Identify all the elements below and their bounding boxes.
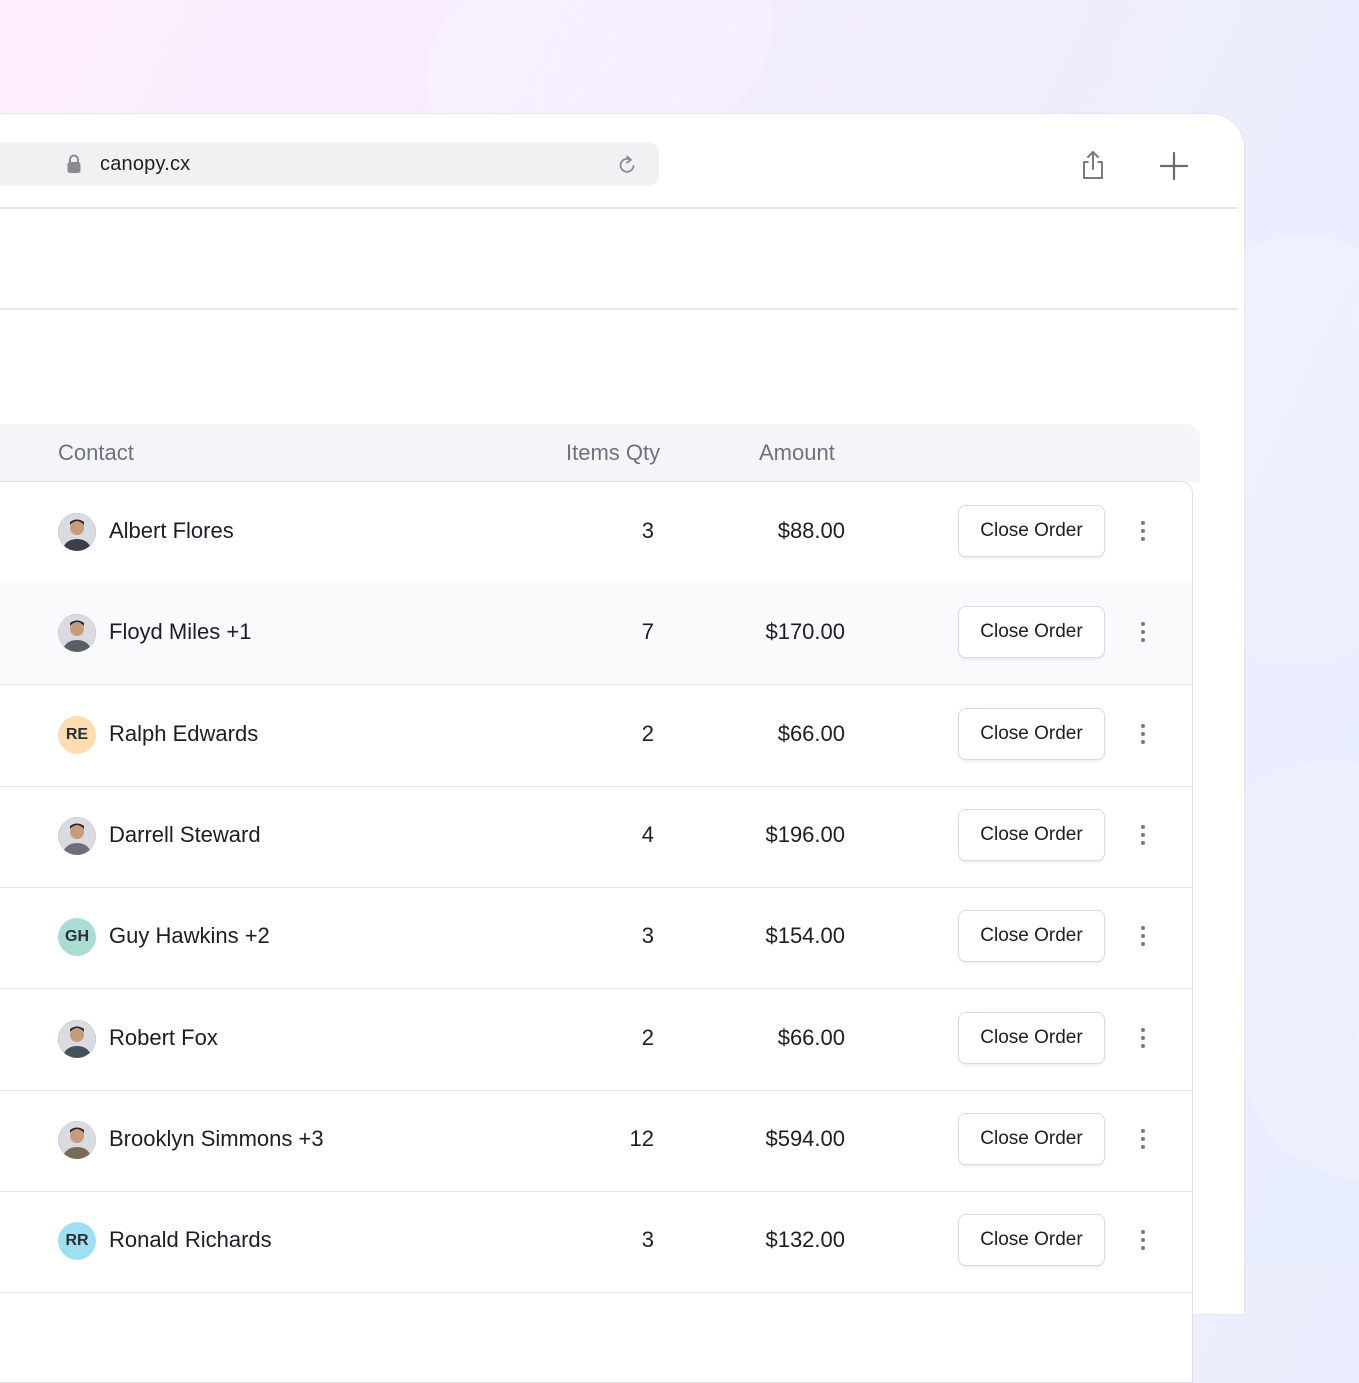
table-header: Contact Items Qty Amount bbox=[0, 424, 1200, 482]
person-photo-icon bbox=[58, 1019, 96, 1058]
avatar: RE bbox=[58, 715, 96, 754]
order-amount: $594.00 bbox=[765, 1125, 845, 1151]
address-bar[interactable]: canopy.cx bbox=[0, 142, 659, 186]
contact-name[interactable]: Brooklyn Simmons +3 bbox=[109, 1126, 324, 1152]
avatar: RR bbox=[58, 1222, 96, 1261]
kebab-menu-icon[interactable] bbox=[1132, 923, 1154, 949]
person-photo-icon bbox=[58, 816, 96, 855]
close-order-button[interactable]: Close Order bbox=[958, 505, 1105, 557]
close-order-button[interactable]: Close Order bbox=[958, 707, 1105, 760]
kebab-menu-icon[interactable] bbox=[1132, 619, 1154, 645]
person-photo-icon bbox=[58, 513, 96, 551]
url-text[interactable]: canopy.cx bbox=[100, 153, 190, 176]
contact-name[interactable]: Robert Fox bbox=[109, 1025, 218, 1051]
items-qty: 2 bbox=[641, 1024, 654, 1050]
table-row[interactable]: Brooklyn Simmons +3 12 $594.00 Close Order bbox=[0, 1090, 1192, 1192]
avatar bbox=[58, 614, 96, 653]
kebab-menu-icon[interactable] bbox=[1132, 1025, 1154, 1051]
order-amount: $66.00 bbox=[777, 1024, 845, 1050]
kebab-menu-icon[interactable] bbox=[1132, 1126, 1154, 1152]
avatar bbox=[58, 513, 96, 551]
contact-name[interactable]: Darrell Steward bbox=[109, 822, 261, 848]
table-row[interactable]: Robert Fox 2 $66.00 Close Order bbox=[0, 989, 1192, 1091]
contact-name[interactable]: Floyd Miles +1 bbox=[109, 619, 251, 645]
table-row[interactable]: Floyd Miles +1 7 $170.00 Close Order bbox=[0, 583, 1192, 686]
contact-name[interactable]: Guy Hawkins +2 bbox=[109, 923, 270, 949]
header-divider bbox=[0, 308, 1238, 310]
table-row[interactable]: RR Ronald Richards 3 $132.00 Close Order bbox=[0, 1191, 1192, 1294]
close-order-button[interactable]: Close Order bbox=[958, 910, 1105, 963]
lock-icon bbox=[67, 154, 81, 173]
close-order-button[interactable]: Close Order bbox=[958, 1112, 1105, 1165]
person-photo-icon bbox=[58, 614, 96, 653]
kebab-menu-icon[interactable] bbox=[1132, 721, 1154, 747]
items-qty: 4 bbox=[641, 821, 654, 847]
avatar bbox=[58, 1019, 96, 1058]
order-amount: $66.00 bbox=[777, 720, 845, 746]
table-row[interactable]: Darrell Steward 4 $196.00 Close Order bbox=[0, 786, 1192, 888]
person-photo-icon bbox=[58, 1120, 96, 1159]
order-amount: $196.00 bbox=[765, 821, 845, 847]
order-amount: $132.00 bbox=[765, 1227, 845, 1253]
items-qty: 3 bbox=[641, 923, 654, 949]
order-amount: $88.00 bbox=[777, 518, 845, 543]
reload-icon[interactable] bbox=[616, 154, 638, 176]
kebab-menu-icon[interactable] bbox=[1132, 518, 1154, 544]
contact-name[interactable]: Ronald Richards bbox=[109, 1227, 272, 1253]
plus-icon[interactable] bbox=[1160, 152, 1188, 180]
orders-table: Albert Flores 3 $88.00 Close Order Floyd Mil… bbox=[0, 481, 1193, 1383]
items-qty: 12 bbox=[629, 1125, 654, 1151]
close-order-button[interactable]: Close Order bbox=[958, 808, 1105, 861]
avatar bbox=[58, 816, 96, 855]
close-order-button[interactable]: Close Order bbox=[958, 606, 1105, 659]
browser-window: canopy.cx Contact Items Qty Amount Alber… bbox=[0, 114, 1244, 1383]
close-order-button[interactable]: Close Order bbox=[958, 1214, 1105, 1267]
close-order-button[interactable]: Close Order bbox=[958, 1011, 1105, 1064]
items-qty: 2 bbox=[641, 720, 654, 746]
table-row[interactable]: RE Ralph Edwards 2 $66.00 Close Order bbox=[0, 685, 1192, 787]
avatar: GH bbox=[58, 918, 96, 957]
items-qty: 7 bbox=[641, 619, 654, 645]
contact-name[interactable]: Ralph Edwards bbox=[109, 721, 258, 747]
items-qty: 3 bbox=[641, 518, 654, 543]
share-icon[interactable] bbox=[1080, 150, 1106, 180]
table-row[interactable]: Albert Flores 3 $88.00 Close Order bbox=[0, 482, 1192, 584]
kebab-menu-icon[interactable] bbox=[1132, 822, 1154, 848]
contact-name[interactable]: Albert Flores bbox=[109, 518, 234, 544]
header-amount[interactable]: Amount bbox=[759, 440, 835, 466]
table-row[interactable]: GH Guy Hawkins +2 3 $154.00 Close Order bbox=[0, 887, 1192, 990]
order-amount: $170.00 bbox=[765, 619, 845, 645]
header-contact[interactable]: Contact bbox=[58, 440, 134, 466]
header-items-qty[interactable]: Items Qty bbox=[566, 440, 660, 466]
toolbar-divider bbox=[0, 207, 1238, 209]
kebab-menu-icon[interactable] bbox=[1132, 1227, 1154, 1253]
order-amount: $154.00 bbox=[765, 923, 845, 949]
items-qty: 3 bbox=[641, 1227, 654, 1253]
avatar bbox=[58, 1120, 96, 1159]
